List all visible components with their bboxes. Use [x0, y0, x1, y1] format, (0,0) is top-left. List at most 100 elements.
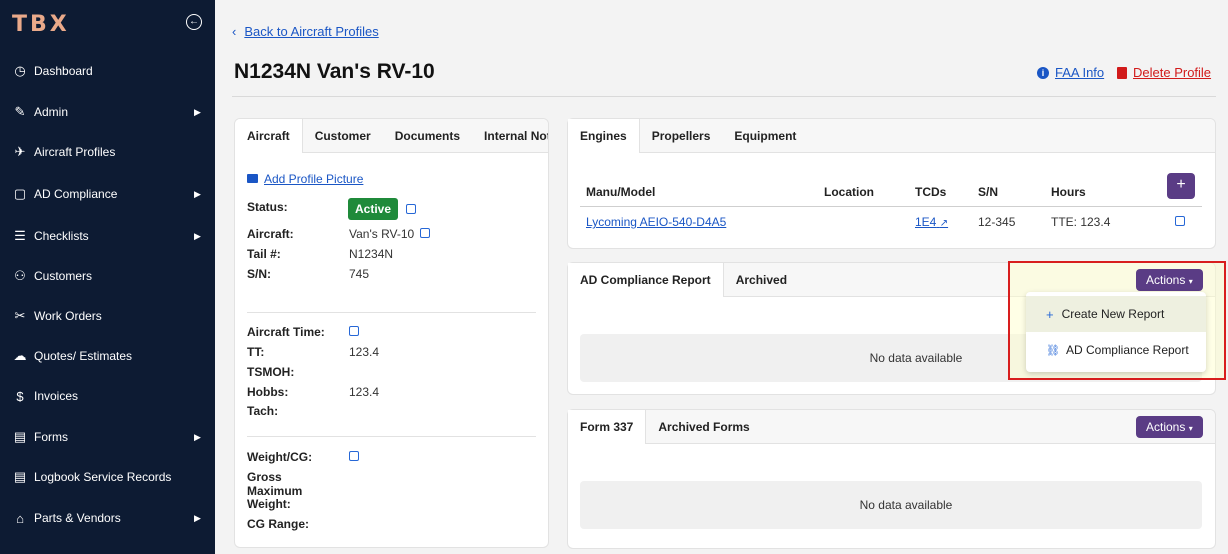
edit-aircraft-icon[interactable] [420, 227, 430, 241]
app-logo: TBX [12, 12, 70, 37]
sidebar-item-label: AD Compliance [34, 187, 118, 201]
tools-icon: ✂ [14, 308, 26, 323]
image-icon [247, 174, 258, 183]
tcds-link[interactable]: 1E4 ↗ [915, 215, 948, 229]
status-label: Status: [247, 200, 288, 214]
sidebar-item-label: Customers [34, 269, 93, 283]
sidebar-item-customers[interactable]: ⚇ Customers [0, 262, 215, 290]
engine-hours: TTE: 123.4 [1051, 215, 1111, 229]
col-manu-model: Manu/Model [586, 185, 656, 199]
gross-weight-label-2: Maximum [247, 484, 303, 498]
admin-icon: ✎ [14, 104, 26, 119]
edit-aircraft-time-icon[interactable] [349, 325, 359, 339]
sidebar-item-label: Parts & Vendors [34, 511, 121, 525]
page-title: N1234N Van's RV-10 [234, 60, 435, 83]
aircraft-label: Aircraft: [247, 227, 294, 241]
sidebar-item-label: Invoices [34, 389, 79, 403]
aircraft-divider-1 [247, 312, 536, 313]
menu-create-new-report[interactable]: + Create New Report [1026, 296, 1206, 332]
logbook-icon: ▤ [13, 469, 27, 484]
plus-icon: + [1046, 306, 1054, 322]
faa-info-link[interactable]: i FAA Info [1037, 65, 1104, 80]
sidebar-item-logbook-service-records[interactable]: ▤ Logbook Service Records [0, 463, 215, 491]
tach-label: Tach: [247, 404, 279, 418]
link-icon: ⛓ [1046, 344, 1060, 357]
sidebar-item-quotes-estimates[interactable]: ☁ Quotes/ Estimates [0, 342, 215, 370]
menu-ad-compliance-report[interactable]: ⛓ AD Compliance Report [1026, 332, 1206, 368]
tab-customer[interactable]: Customer [303, 119, 383, 153]
aircraft-divider-2 [247, 436, 536, 437]
sidebar-item-label: Work Orders [34, 309, 102, 323]
add-engine-button[interactable]: + [1167, 173, 1195, 199]
sidebar-item-work-orders[interactable]: ✂ Work Orders [0, 302, 215, 330]
status-badge: Active [348, 198, 399, 220]
ad-actions-button[interactable]: Actions ▾ [1136, 269, 1203, 291]
edit-status-icon[interactable] [406, 203, 416, 217]
sidebar-item-label: Aircraft Profiles [34, 145, 116, 159]
sidebar-item-invoices[interactable]: $ Invoices [0, 382, 215, 410]
col-location: Location [824, 185, 874, 199]
tab-form-337[interactable]: Form 337 [568, 410, 647, 444]
document-icon: ▢ [13, 186, 27, 201]
caret-down-icon: ▾ [1188, 424, 1193, 433]
tab-ad-compliance-report[interactable]: AD Compliance Report [568, 263, 724, 297]
engines-header-divider [580, 206, 1202, 207]
tab-aircraft[interactable]: Aircraft [235, 119, 303, 153]
sidebar-item-ad-compliance[interactable]: ▢ AD Compliance ▶ [0, 180, 215, 208]
aircraft-tabs: Aircraft Customer Documents Internal Not… [235, 119, 548, 153]
tab-engines[interactable]: Engines [568, 119, 640, 153]
external-link-icon: ↗ [939, 218, 949, 229]
tab-documents[interactable]: Documents [383, 119, 472, 153]
weight-cg-label: Weight/CG: [247, 450, 313, 464]
edit-engine-icon[interactable] [1175, 215, 1185, 229]
tab-propellers[interactable]: Propellers [640, 119, 723, 153]
collapse-sidebar-icon[interactable]: ← [186, 14, 202, 30]
tab-archived-forms[interactable]: Archived Forms [646, 410, 761, 444]
chevron-right-icon: ▶ [194, 106, 201, 117]
sidebar-item-parts-vendors[interactable]: ⌂ Parts & Vendors ▶ [0, 504, 215, 532]
sidebar-item-checklists[interactable]: ☰ Checklists ▶ [0, 222, 215, 250]
invoice-icon: $ [16, 388, 24, 404]
engine-sn: 12-345 [978, 215, 1016, 229]
tab-archived[interactable]: Archived [724, 263, 799, 297]
chevron-right-icon: ▶ [194, 188, 201, 199]
sidebar-item-label: Dashboard [34, 64, 93, 78]
tt-label: TT: [247, 345, 265, 359]
hobbs-label: Hobbs: [247, 385, 289, 399]
sn-value: 745 [349, 267, 370, 281]
col-tcds: TCDs [915, 185, 947, 199]
sidebar-item-label: Forms [34, 430, 68, 444]
gross-weight-label-1: Gross [247, 470, 282, 484]
add-profile-picture-link[interactable]: Add Profile Picture [247, 172, 363, 186]
delete-profile-link[interactable]: Delete Profile [1117, 65, 1211, 80]
sidebar-item-dashboard[interactable]: ◷ Dashboard [0, 57, 215, 85]
cg-range-label: CG Range: [247, 517, 310, 531]
checklist-icon: ☰ [14, 228, 26, 243]
col-sn: S/N [978, 185, 999, 199]
actions-dropdown: + Create New Report ⛓ AD Compliance Report [1026, 292, 1206, 372]
tab-equipment[interactable]: Equipment [722, 119, 808, 153]
back-link[interactable]: ‹ Back to Aircraft Profiles [232, 24, 379, 39]
tab-internal-note[interactable]: Internal Note [472, 119, 548, 153]
header-divider [232, 96, 1216, 97]
tsmoh-label: TSMOH: [247, 365, 295, 379]
sidebar-item-forms[interactable]: ▤ Forms ▶ [0, 423, 215, 451]
engine-model-link[interactable]: Lycoming AEIO-540-D4A5 [586, 215, 726, 229]
sidebar-item-aircraft-profiles[interactable]: ✈ Aircraft Profiles [0, 138, 215, 166]
edit-weight-icon[interactable] [349, 450, 359, 464]
info-icon: i [1037, 66, 1049, 79]
chevron-right-icon: ▶ [194, 230, 201, 241]
sidebar-item-label: Checklists [34, 229, 89, 243]
dashboard-icon: ◷ [14, 63, 26, 78]
form-actions-button[interactable]: Actions ▾ [1136, 416, 1203, 438]
tag-icon: ⌂ [16, 510, 24, 526]
form-tabs: Form 337 Archived Forms [568, 410, 1215, 444]
caret-down-icon: ▾ [1188, 277, 1193, 286]
aircraft-value: Van's RV-10 [349, 227, 415, 241]
tt-value: 123.4 [349, 345, 380, 359]
form-no-data: No data available [580, 481, 1202, 529]
engines-card: Engines Propellers Equipment [567, 118, 1216, 249]
chevron-left-icon: ‹ [232, 24, 237, 39]
sidebar-item-admin[interactable]: ✎ Admin ▶ [0, 98, 215, 126]
tail-value: N1234N [349, 247, 394, 261]
